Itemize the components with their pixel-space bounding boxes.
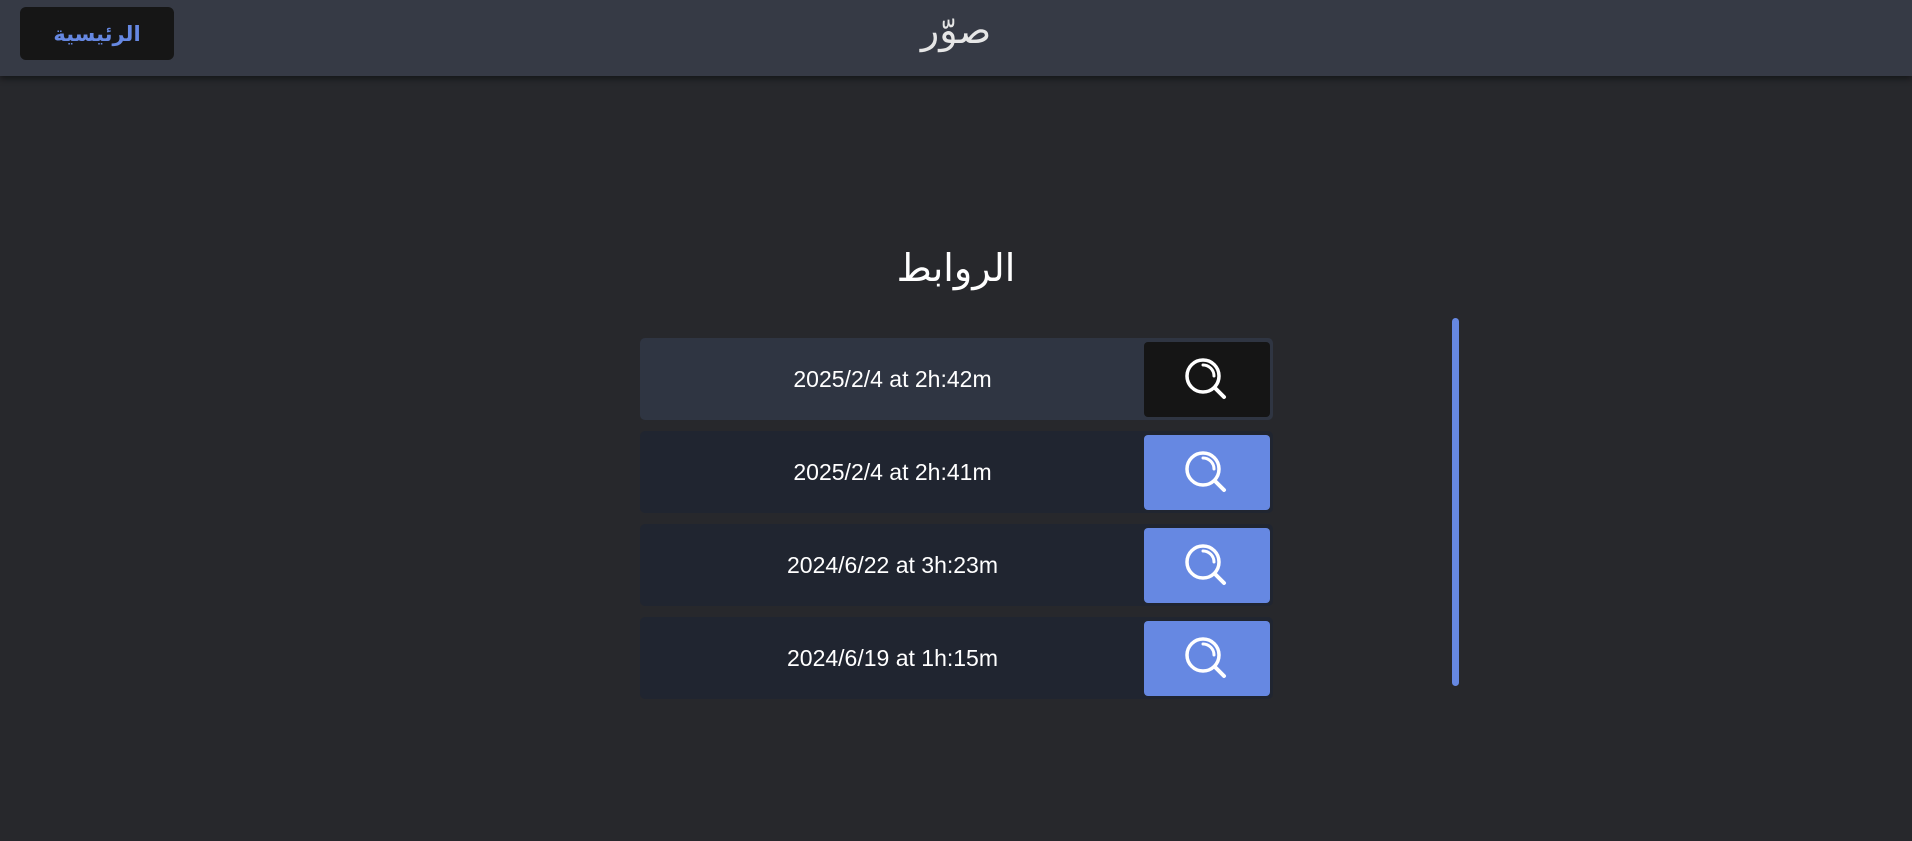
scrollbar-thumb[interactable] (1452, 318, 1459, 686)
link-row: 2025/2/4 at 2h:41m (640, 431, 1273, 513)
view-link-button[interactable] (1144, 342, 1270, 417)
search-icon (1185, 450, 1226, 492)
search-icon (1185, 636, 1226, 678)
view-link-button[interactable] (1144, 435, 1270, 510)
scrollbar[interactable] (1450, 316, 1460, 688)
link-date-label: 2025/2/4 at 2h:41m (793, 458, 992, 485)
app-title: صوّر (920, 8, 992, 52)
search-icon (1185, 357, 1226, 399)
view-link-button[interactable] (1144, 621, 1270, 696)
page-title: الروابط (896, 246, 1016, 290)
search-icon (1185, 543, 1226, 585)
link-row: 2024/6/22 at 3h:23m (640, 524, 1273, 606)
link-row: 2025/2/4 at 2h:42m (640, 338, 1273, 420)
link-date-label: 2024/6/22 at 3h:23m (787, 551, 998, 578)
links-list: 2025/2/4 at 2h:42m 2025/2/4 at 2h:41m 20… (640, 338, 1273, 710)
top-header: الرئيسية صوّر (0, 0, 1912, 76)
link-date-label: 2025/2/4 at 2h:42m (793, 365, 992, 392)
link-date-label: 2024/6/19 at 1h:15m (787, 644, 998, 671)
link-row: 2024/6/19 at 1h:15m (640, 617, 1273, 699)
view-link-button[interactable] (1144, 528, 1270, 603)
